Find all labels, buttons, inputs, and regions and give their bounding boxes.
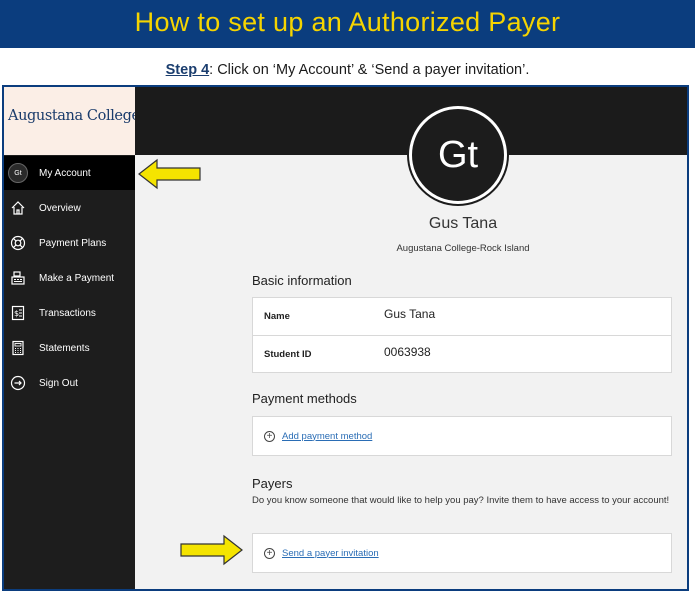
- college-logo: Augustana College: [8, 108, 140, 124]
- logo-area: Augustana College: [4, 87, 140, 155]
- send-invitation-row: + Send a payer invitation: [253, 534, 671, 572]
- home-icon: [9, 199, 27, 217]
- info-value: 0063938: [384, 345, 431, 359]
- payers-description: Do you know someone that would like to h…: [252, 495, 670, 506]
- avatar: Gt: [8, 163, 28, 183]
- info-label: Student ID: [264, 348, 312, 360]
- sidebar-item-label: Payment Plans: [39, 237, 107, 249]
- sidebar-item-label: Statements: [39, 342, 90, 354]
- sidebar-item-transactions[interactable]: $ Transactions: [4, 296, 135, 330]
- info-value: Gus Tana: [384, 307, 436, 321]
- profile-avatar: Gt: [409, 106, 507, 204]
- banner-title: How to set up an Authorized Payer: [0, 0, 695, 48]
- register-icon: [9, 269, 27, 287]
- sidebar-item-label: Sign Out: [39, 377, 78, 389]
- payment-methods-card: + Add payment method: [252, 416, 672, 456]
- basic-info-title: Basic information: [252, 273, 352, 288]
- payment-methods-title: Payment methods: [252, 391, 357, 406]
- sidebar-item-statements[interactable]: Statements: [4, 331, 135, 365]
- plus-circle-icon: +: [264, 430, 275, 442]
- send-payer-invitation-link[interactable]: Send a payer invitation: [282, 548, 379, 559]
- sidebar-item-payment-plans[interactable]: Payment Plans: [4, 226, 135, 260]
- sidebar-item-label: Make a Payment: [39, 272, 115, 284]
- sidebar-item-make-payment[interactable]: Make a Payment: [4, 261, 135, 295]
- arrow-left-icon: [138, 158, 201, 190]
- add-payment-method-row: + Add payment method: [253, 417, 671, 455]
- plus-circle-icon: +: [264, 547, 275, 559]
- step-number: Step 4: [165, 62, 210, 78]
- sidebar-item-label: Overview: [39, 202, 81, 214]
- sidebar-item-sign-out[interactable]: Sign Out: [4, 366, 135, 400]
- payers-card: + Send a payer invitation: [252, 533, 672, 573]
- app-screenshot: Augustana College Gt My Account Overview…: [2, 85, 689, 591]
- sidebar-item-label: My Account: [39, 167, 91, 179]
- basic-info-card: Name Gus Tana Student ID 0063938: [252, 297, 672, 373]
- info-row-name: Name Gus Tana: [253, 298, 671, 335]
- receipt-icon: $: [9, 304, 27, 322]
- add-payment-method-link[interactable]: Add payment method: [282, 431, 372, 442]
- sidebar-item-my-account[interactable]: Gt My Account: [4, 156, 135, 190]
- step-text: : Click on ‘My Account’ & ‘Send a payer …: [209, 62, 530, 78]
- profile-name: Gus Tana: [428, 215, 498, 232]
- step-instruction: Step 4: Click on ‘My Account’ & ‘Send a …: [0, 62, 695, 78]
- payers-title: Payers: [252, 476, 293, 491]
- svg-text:$: $: [14, 309, 19, 318]
- calculator-icon: [9, 339, 27, 357]
- lifebuoy-icon: [9, 234, 27, 252]
- info-label: Name: [264, 311, 290, 322]
- arrow-right-icon: [180, 534, 243, 566]
- sidebar: Augustana College Gt My Account Overview…: [4, 87, 140, 589]
- sign-out-icon: [9, 374, 27, 392]
- info-row-student-id: Student ID 0063938: [253, 335, 671, 372]
- profile-school: Augustana College-Rock Island: [396, 243, 530, 254]
- sidebar-item-overview[interactable]: Overview: [4, 191, 135, 225]
- sidebar-item-label: Transactions: [39, 307, 96, 319]
